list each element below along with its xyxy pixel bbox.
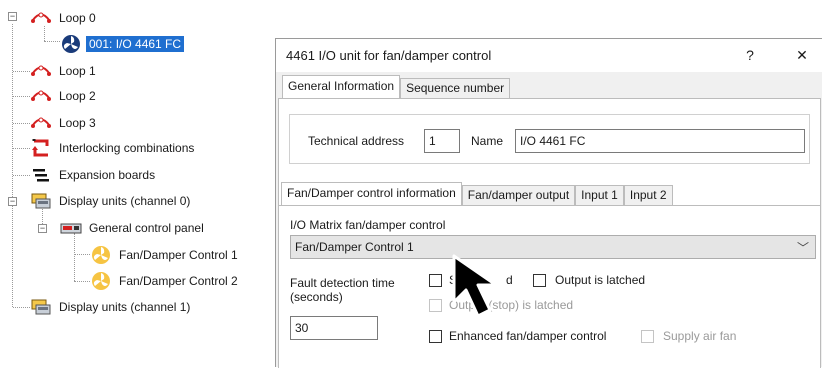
tree-item-display-units-channel-0[interactable]: Display units (channel 0) <box>30 190 193 212</box>
tree-item-interlocking-combinations[interactable]: Interlocking combinations <box>30 137 197 159</box>
output-latched-label: Output is latched <box>555 273 646 287</box>
fan-unit-icon <box>62 35 80 53</box>
io-unit-dialog: 4461 I/O unit for fan/damper control ? ✕… <box>275 38 822 368</box>
tab-fan-damper-control-information[interactable]: Fan/Damper control information <box>281 182 462 205</box>
inner-tab-bar: Fan/Damper control information Fan/dampe… <box>281 182 673 205</box>
name-input[interactable]: I/O 4461 FC <box>515 129 805 153</box>
tree-item-general-control-panel[interactable]: General control panel <box>60 217 207 239</box>
tree-item-label: Display units (channel 1) <box>59 300 191 314</box>
tree-connector <box>74 233 75 281</box>
fan-damper-info-panel: I/O Matrix fan/damper control Fan/Damper… <box>279 205 820 368</box>
enhanced-control-label: Enhanced fan/damper control <box>449 329 607 343</box>
tree-connector <box>44 41 60 42</box>
mouse-pointer-icon <box>452 254 498 318</box>
loop-icon <box>31 117 51 128</box>
enhanced-control-checkbox[interactable] <box>429 330 442 343</box>
tree-item-label: Loop 1 <box>59 64 96 78</box>
loop-icon <box>31 65 51 76</box>
fault-detection-unit-label: (seconds) <box>290 290 343 304</box>
tree-connector <box>13 96 30 97</box>
expander-display-units-0[interactable]: − <box>8 197 17 206</box>
tree-connector <box>74 254 90 255</box>
technical-address-label: Technical address <box>308 134 405 148</box>
tree-item-loop-1[interactable]: Loop 1 <box>30 60 99 82</box>
tree-item-display-units-channel-1[interactable]: Display units (channel 1) <box>30 296 193 318</box>
tree-item-io-4461-fc[interactable]: 001: I/O 4461 FC <box>60 33 185 55</box>
output-latched-checkbox[interactable] <box>533 274 546 287</box>
tab-input-2[interactable]: Input 2 <box>623 185 673 205</box>
fault-detection-input[interactable]: 30 <box>290 316 378 340</box>
tree-item-label: Interlocking combinations <box>59 141 195 155</box>
fault-detection-label: Fault detection time <box>290 276 395 290</box>
tree-connector <box>13 71 30 72</box>
close-button[interactable]: ✕ <box>786 44 818 66</box>
tree-item-loop-2[interactable]: Loop 2 <box>30 85 99 107</box>
loop-icon <box>31 90 51 101</box>
tree-view: − − − Loop 0 001: I/O 4461 FC Loop 1 Loo… <box>0 0 275 367</box>
chevron-down-icon: ﹀ <box>796 241 809 255</box>
tree-item-loop-0[interactable]: Loop 0 <box>30 7 99 29</box>
tree-item-label: Expansion boards <box>59 168 156 182</box>
general-information-panel: Technical address 1 Name I/O 4461 FC Fan… <box>278 98 821 368</box>
tree-item-label: Display units (channel 0) <box>59 194 191 208</box>
tree-item-label: Loop 0 <box>59 11 96 25</box>
tree-item-label: Fan/Damper Control 1 <box>119 248 238 262</box>
dialog-title: 4461 I/O unit for fan/damper control <box>286 48 492 63</box>
tab-fan-damper-output[interactable]: Fan/damper output <box>461 185 576 205</box>
tree-item-fan-damper-control-2[interactable]: Fan/Damper Control 2 <box>90 270 241 292</box>
tab-input-1[interactable]: Input 1 <box>575 185 624 205</box>
interlock-icon <box>32 139 49 157</box>
loop-icon <box>31 12 51 23</box>
supervised-checkbox[interactable] <box>429 274 442 287</box>
expansion-board-icon <box>33 169 49 182</box>
tree-connector <box>13 123 30 124</box>
tree-connector <box>12 24 13 307</box>
display-units-icon <box>31 299 51 315</box>
tree-item-label: Loop 3 <box>59 116 96 130</box>
help-button[interactable]: ? <box>734 44 766 66</box>
outer-tab-bar: General Information Sequence number <box>282 75 511 98</box>
tree-connector <box>74 281 90 282</box>
tree-item-expansion-boards[interactable]: Expansion boards <box>30 164 158 186</box>
address-group: Technical address 1 Name I/O 4461 FC <box>289 114 810 164</box>
expander-general-control-panel[interactable]: − <box>38 224 47 233</box>
tree-connector <box>13 175 30 176</box>
tree-connector <box>13 148 30 149</box>
expander-loop-0[interactable]: − <box>8 12 17 21</box>
display-units-icon <box>31 193 51 209</box>
matrix-select[interactable]: Fan/Damper Control 1 ﹀ <box>290 235 816 259</box>
matrix-label: I/O Matrix fan/damper control <box>290 218 446 232</box>
supply-air-fan-checkbox[interactable] <box>641 330 654 343</box>
output-stop-latched-checkbox[interactable] <box>429 299 442 312</box>
tab-sequence-number[interactable]: Sequence number <box>400 78 511 98</box>
tree-item-label: Loop 2 <box>59 89 96 103</box>
fan-damper-icon <box>92 272 110 290</box>
supply-air-fan-label: Supply air fan <box>663 329 737 343</box>
tree-connector <box>13 307 30 308</box>
tree-item-fan-damper-control-1[interactable]: Fan/Damper Control 1 <box>90 244 241 266</box>
name-label: Name <box>471 134 504 148</box>
tree-item-loop-3[interactable]: Loop 3 <box>30 112 99 134</box>
tree-item-label: Fan/Damper Control 2 <box>119 274 238 288</box>
control-panel-icon <box>60 223 82 234</box>
tree-item-label: 001: I/O 4461 FC <box>86 36 185 52</box>
tree-item-label: General control panel <box>89 221 204 235</box>
dialog-titlebar: 4461 I/O unit for fan/damper control ? ✕ <box>276 39 822 72</box>
tab-general-information[interactable]: General Information <box>282 75 401 98</box>
technical-address-input[interactable]: 1 <box>424 129 460 153</box>
fan-damper-icon <box>92 246 110 264</box>
matrix-select-value: Fan/Damper Control 1 <box>295 240 414 254</box>
